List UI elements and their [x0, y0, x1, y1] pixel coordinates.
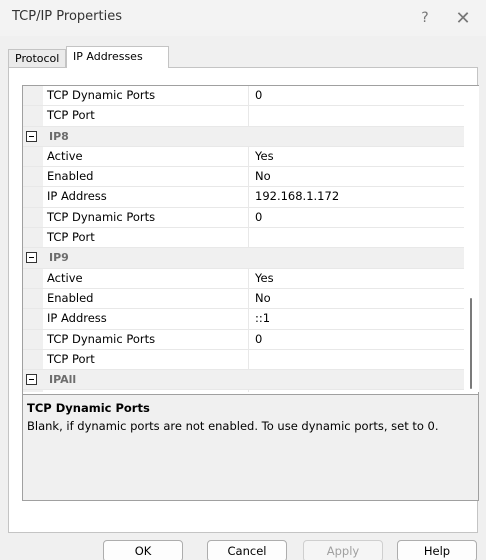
property-row[interactable]: Enabled No	[23, 167, 464, 188]
help-button[interactable]: Help	[397, 540, 477, 560]
property-value[interactable]	[249, 228, 464, 247]
property-name: Enabled	[43, 167, 249, 187]
category-row[interactable]: IP8	[23, 126, 464, 147]
description-pane: TCP Dynamic Ports Blank, if dynamic port…	[23, 394, 478, 500]
ok-button[interactable]: OK	[103, 540, 183, 560]
property-name: TCP Port	[43, 228, 249, 248]
tab-protocol[interactable]: Protocol	[8, 49, 67, 68]
cancel-button[interactable]: Cancel	[207, 540, 287, 560]
property-name: TCP Port	[43, 349, 249, 370]
title-bar: TCP/IP Properties ? ✕	[0, 0, 486, 36]
scrollbar-thumb[interactable]	[470, 298, 472, 389]
property-name: TCP Dynamic Ports	[43, 390, 249, 392]
property-value[interactable]	[249, 106, 464, 125]
property-name: TCP Port	[43, 106, 249, 126]
property-row[interactable]: IP Address 192.168.1.172	[23, 187, 464, 208]
property-row[interactable]: TCP Dynamic Ports 0	[23, 86, 464, 107]
property-row[interactable]: TCP Dynamic Ports1433	[23, 390, 464, 392]
row-gutter	[23, 187, 43, 207]
help-icon[interactable]: ?	[410, 6, 440, 30]
property-grid: TCP Dynamic Ports 0 TCP Port IP8 Active Yes En…	[22, 85, 479, 501]
row-gutter	[23, 228, 43, 248]
property-name: Active	[43, 146, 249, 167]
row-gutter	[23, 106, 43, 126]
description-text: Blank, if dynamic ports are not enabled.…	[27, 419, 439, 433]
close-icon[interactable]: ✕	[448, 6, 478, 30]
description-title: TCP Dynamic Ports	[27, 401, 150, 415]
property-row[interactable]: TCP Dynamic Ports 0	[23, 329, 464, 350]
row-gutter	[23, 86, 43, 106]
row-gutter	[23, 167, 43, 187]
collapse-icon[interactable]	[26, 252, 37, 264]
property-value[interactable]: No	[249, 289, 464, 308]
property-row[interactable]: Active Yes	[23, 268, 464, 289]
row-gutter	[23, 329, 43, 349]
property-row[interactable]: Active Yes	[23, 146, 464, 168]
row-gutter	[23, 309, 43, 329]
property-row[interactable]: TCP Port	[23, 349, 464, 371]
row-gutter	[23, 390, 43, 392]
property-row[interactable]: Enabled No	[23, 288, 464, 310]
property-value[interactable]: 192.168.1.172	[249, 187, 464, 206]
window-title: TCP/IP Properties	[12, 9, 122, 24]
property-value[interactable]: 0	[249, 86, 464, 105]
category-row[interactable]: IP9	[23, 248, 464, 269]
tab-panel: TCP Dynamic Ports 0 TCP Port IP8 Active Yes En…	[8, 67, 479, 533]
vertical-scrollbar[interactable]	[464, 86, 479, 392]
property-row[interactable]: IP Address::1	[23, 309, 464, 330]
row-gutter	[23, 288, 43, 309]
tab-ip-addresses[interactable]: IP Addresses	[66, 46, 169, 68]
property-row[interactable]: TCP Port	[23, 106, 464, 127]
row-gutter	[23, 146, 43, 167]
category-row[interactable]: IPAll	[23, 370, 464, 391]
property-value[interactable]	[249, 350, 464, 369]
apply-button[interactable]: Apply	[303, 540, 383, 560]
property-value[interactable]: No	[249, 167, 464, 186]
property-value[interactable]: Yes	[249, 269, 464, 288]
category-label: IP8	[49, 129, 69, 143]
row-gutter	[23, 268, 43, 288]
property-name: TCP Dynamic Ports	[43, 329, 249, 349]
property-value[interactable]: 0	[249, 208, 464, 227]
row-gutter	[23, 207, 43, 228]
property-name: IP Address	[43, 187, 249, 207]
property-name: IP Address	[43, 309, 249, 329]
property-name: Active	[43, 268, 249, 288]
property-value[interactable]: Yes	[249, 147, 464, 166]
property-row[interactable]: TCP Dynamic Ports 0	[23, 207, 464, 229]
property-name: TCP Dynamic Ports	[43, 86, 249, 106]
property-name: TCP Dynamic Ports	[43, 207, 249, 228]
property-value[interactable]: ::1	[249, 309, 464, 328]
property-name: Enabled	[43, 288, 249, 309]
collapse-icon[interactable]	[26, 130, 37, 142]
property-value[interactable]: 0	[249, 330, 464, 349]
property-value[interactable]: 1433	[249, 390, 464, 392]
category-label: IPAll	[49, 373, 77, 387]
property-row[interactable]: TCP Port	[23, 228, 464, 249]
category-label: IP9	[49, 251, 69, 265]
collapse-icon[interactable]	[26, 374, 37, 386]
property-grid-rows[interactable]: TCP Dynamic Ports 0 TCP Port IP8 Active Yes En…	[23, 86, 464, 392]
row-gutter	[23, 349, 43, 370]
